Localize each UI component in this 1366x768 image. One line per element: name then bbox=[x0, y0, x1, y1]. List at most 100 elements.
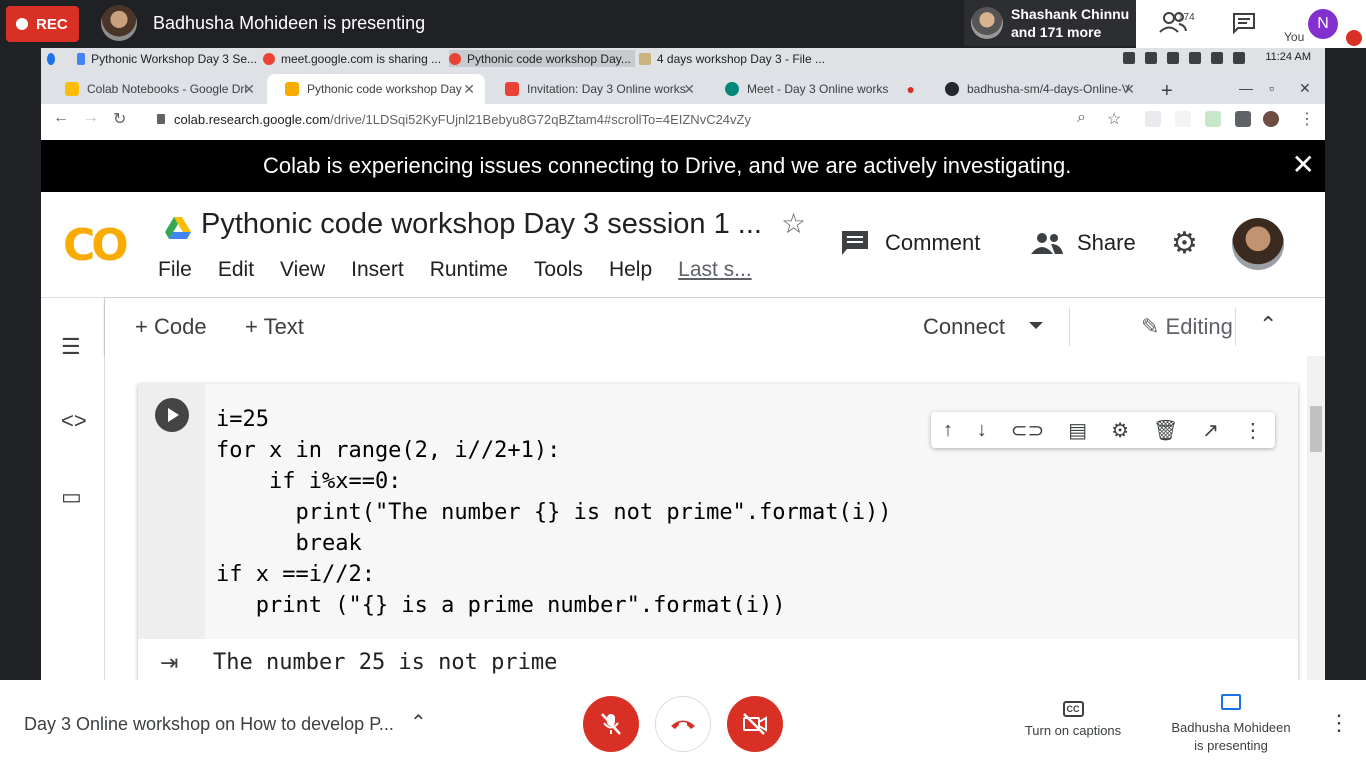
profile-avatar[interactable] bbox=[1263, 111, 1279, 127]
chevron-down-icon[interactable] bbox=[1029, 322, 1043, 329]
you-label: You bbox=[1284, 30, 1305, 44]
browser-tab-active[interactable]: Pythonic code workshop Day ✕ bbox=[267, 74, 485, 104]
mic-toggle-button[interactable] bbox=[583, 696, 639, 752]
os-taskbar: Pythonic Workshop Day 3 Se... meet.googl… bbox=[41, 48, 1325, 68]
maximize-button[interactable]: ▫ bbox=[1269, 80, 1274, 96]
os-tab[interactable]: Pythonic code workshop Day... bbox=[449, 50, 635, 67]
close-tab-icon[interactable]: ✕ bbox=[243, 81, 255, 98]
table-of-contents-icon[interactable]: ☰ bbox=[61, 334, 81, 360]
menu-file[interactable]: File bbox=[158, 258, 192, 282]
star-icon[interactable]: ☆ bbox=[781, 207, 806, 240]
close-tab-icon[interactable]: ✕ bbox=[1123, 81, 1135, 98]
files-folder-icon[interactable]: ▭ bbox=[61, 484, 82, 510]
move-down-icon[interactable]: ↓ bbox=[977, 419, 987, 442]
menu-runtime[interactable]: Runtime bbox=[430, 258, 508, 282]
folder-icon bbox=[639, 52, 651, 65]
participant-more: and 171 more bbox=[1011, 24, 1102, 40]
browser-tab[interactable]: Colab Notebooks - Google Dri ✕ bbox=[47, 74, 265, 104]
participants-chip[interactable]: Shashank Chinnu and 171 more bbox=[964, 0, 1136, 46]
code-text[interactable]: i=25 for x in range(2, i//2+1): if i%x==0… bbox=[216, 404, 892, 621]
minimize-button[interactable]: — bbox=[1239, 80, 1253, 96]
code-line: break bbox=[216, 531, 362, 556]
leave-call-button[interactable] bbox=[655, 696, 711, 752]
close-window-button[interactable]: ✕ bbox=[1299, 80, 1311, 97]
delete-icon[interactable]: 🗑 bbox=[1153, 418, 1178, 443]
gear-icon[interactable]: ⚙ bbox=[1111, 418, 1129, 443]
back-icon[interactable]: ← bbox=[53, 109, 69, 127]
close-icon[interactable]: ✕ bbox=[1292, 148, 1315, 181]
you-avatar[interactable]: N bbox=[1308, 9, 1338, 39]
editing-button[interactable]: ✎ Editing bbox=[1141, 314, 1233, 340]
add-text-button[interactable]: + Text bbox=[245, 314, 304, 340]
bluetooth-icon bbox=[1167, 52, 1179, 64]
bookmark-star-icon[interactable]: ☆ bbox=[1107, 109, 1121, 129]
forward-icon[interactable]: → bbox=[83, 109, 99, 127]
extensions-puzzle-icon[interactable] bbox=[1235, 111, 1251, 127]
chrome-menu-icon[interactable]: ⋮ bbox=[1299, 109, 1315, 129]
move-up-icon[interactable]: ↑ bbox=[943, 419, 953, 442]
presenting-button[interactable]: Badhusha Mohideen is presenting bbox=[1160, 694, 1302, 755]
wifi-icon bbox=[1189, 52, 1201, 64]
add-code-button[interactable]: + Code bbox=[135, 314, 207, 340]
comment-button[interactable]: Comment bbox=[841, 230, 980, 256]
more-options-icon[interactable]: ⋮ bbox=[1328, 710, 1350, 736]
meet-bottom-bar: Day 3 Online workshop on How to develop … bbox=[0, 680, 1366, 768]
new-tab-button[interactable]: + bbox=[1161, 80, 1173, 103]
presenting-title: Badhusha Mohideen is presenting bbox=[153, 13, 426, 33]
os-tab[interactable]: meet.google.com is sharing ... bbox=[263, 50, 443, 67]
code-snippets-icon[interactable]: <> bbox=[61, 408, 87, 434]
divider bbox=[1069, 308, 1070, 346]
notebook-area: i=25 for x in range(2, i//2+1): if i%x==0… bbox=[105, 356, 1325, 680]
close-tab-icon[interactable]: ✕ bbox=[463, 81, 475, 98]
captions-button[interactable]: CC Turn on captions bbox=[1010, 700, 1136, 738]
menu-view[interactable]: View bbox=[280, 258, 325, 282]
gmail-icon bbox=[505, 82, 519, 96]
extension-icon[interactable] bbox=[1145, 111, 1161, 127]
zoom-icon[interactable]: ⌕ bbox=[1077, 109, 1086, 127]
recording-badge: REC bbox=[6, 6, 79, 42]
rec-label: REC bbox=[36, 15, 68, 33]
code-line: for x in range(2, i//2+1): bbox=[216, 438, 561, 463]
phone-hangup-icon bbox=[671, 720, 695, 729]
chevron-up-icon[interactable]: ⌃ bbox=[1259, 312, 1277, 338]
extension-icon[interactable] bbox=[1175, 111, 1191, 127]
page-scroll-thumb[interactable] bbox=[1310, 406, 1322, 452]
last-saved-link[interactable]: Last s... bbox=[678, 258, 752, 282]
output-icon[interactable]: ⇥ bbox=[160, 650, 178, 676]
close-tab-icon[interactable]: ✕ bbox=[683, 81, 695, 98]
connect-button[interactable]: Connect bbox=[923, 314, 1005, 340]
page-scrollbar[interactable] bbox=[1307, 356, 1325, 680]
docs-icon bbox=[77, 52, 86, 65]
pencil-icon: ✎ bbox=[1141, 314, 1166, 339]
os-tab[interactable]: Pythonic Workshop Day 3 Se... bbox=[77, 50, 257, 67]
menu-insert[interactable]: Insert bbox=[351, 258, 404, 282]
url-bar[interactable]: colab.research.google.com/drive/1LDSqi52… bbox=[147, 106, 1107, 132]
extension-icon[interactable] bbox=[1205, 111, 1221, 127]
browser-tab[interactable]: Invitation: Day 3 Online works ✕ bbox=[487, 74, 705, 104]
chat-icon[interactable] bbox=[1232, 12, 1256, 34]
camera-toggle-button[interactable] bbox=[727, 696, 783, 752]
colab-header: CO Pythonic code workshop Day 3 session … bbox=[41, 192, 1325, 298]
chevron-up-icon[interactable]: ⌃ bbox=[410, 710, 427, 735]
account-avatar[interactable] bbox=[1232, 218, 1284, 270]
notebook-title[interactable]: Pythonic code workshop Day 3 session 1 .… bbox=[201, 208, 762, 241]
mic-muted-icon bbox=[1346, 30, 1362, 46]
comment-icon[interactable]: ▤ bbox=[1068, 418, 1087, 443]
editing-label: Editing bbox=[1165, 314, 1233, 339]
gear-icon[interactable]: ⚙ bbox=[1171, 226, 1198, 261]
link-icon[interactable]: ⊂⊃ bbox=[1011, 418, 1045, 443]
open-external-icon[interactable]: ↗ bbox=[1202, 418, 1219, 443]
drive-icon bbox=[165, 217, 191, 239]
reload-icon[interactable]: ↻ bbox=[113, 109, 126, 129]
cell-toolbar: ↑ ↓ ⊂⊃ ▤ ⚙ 🗑 ↗ ⋮ bbox=[931, 412, 1275, 448]
menu-tools[interactable]: Tools bbox=[534, 258, 583, 282]
browser-tab[interactable]: badhusha-sm/4-days-Online-V ✕ bbox=[927, 74, 1145, 104]
menu-help[interactable]: Help bbox=[609, 258, 652, 282]
run-cell-button[interactable] bbox=[155, 398, 189, 432]
menu-edit[interactable]: Edit bbox=[218, 258, 254, 282]
shared-screen: Pythonic Workshop Day 3 Se... meet.googl… bbox=[41, 48, 1325, 680]
os-tab[interactable]: 4 days workshop Day 3 - File ... bbox=[639, 50, 825, 67]
browser-tab[interactable]: Meet - Day 3 Online works ● bbox=[707, 74, 925, 104]
more-vert-icon[interactable]: ⋮ bbox=[1243, 418, 1263, 443]
share-button[interactable]: Share bbox=[1031, 230, 1136, 256]
